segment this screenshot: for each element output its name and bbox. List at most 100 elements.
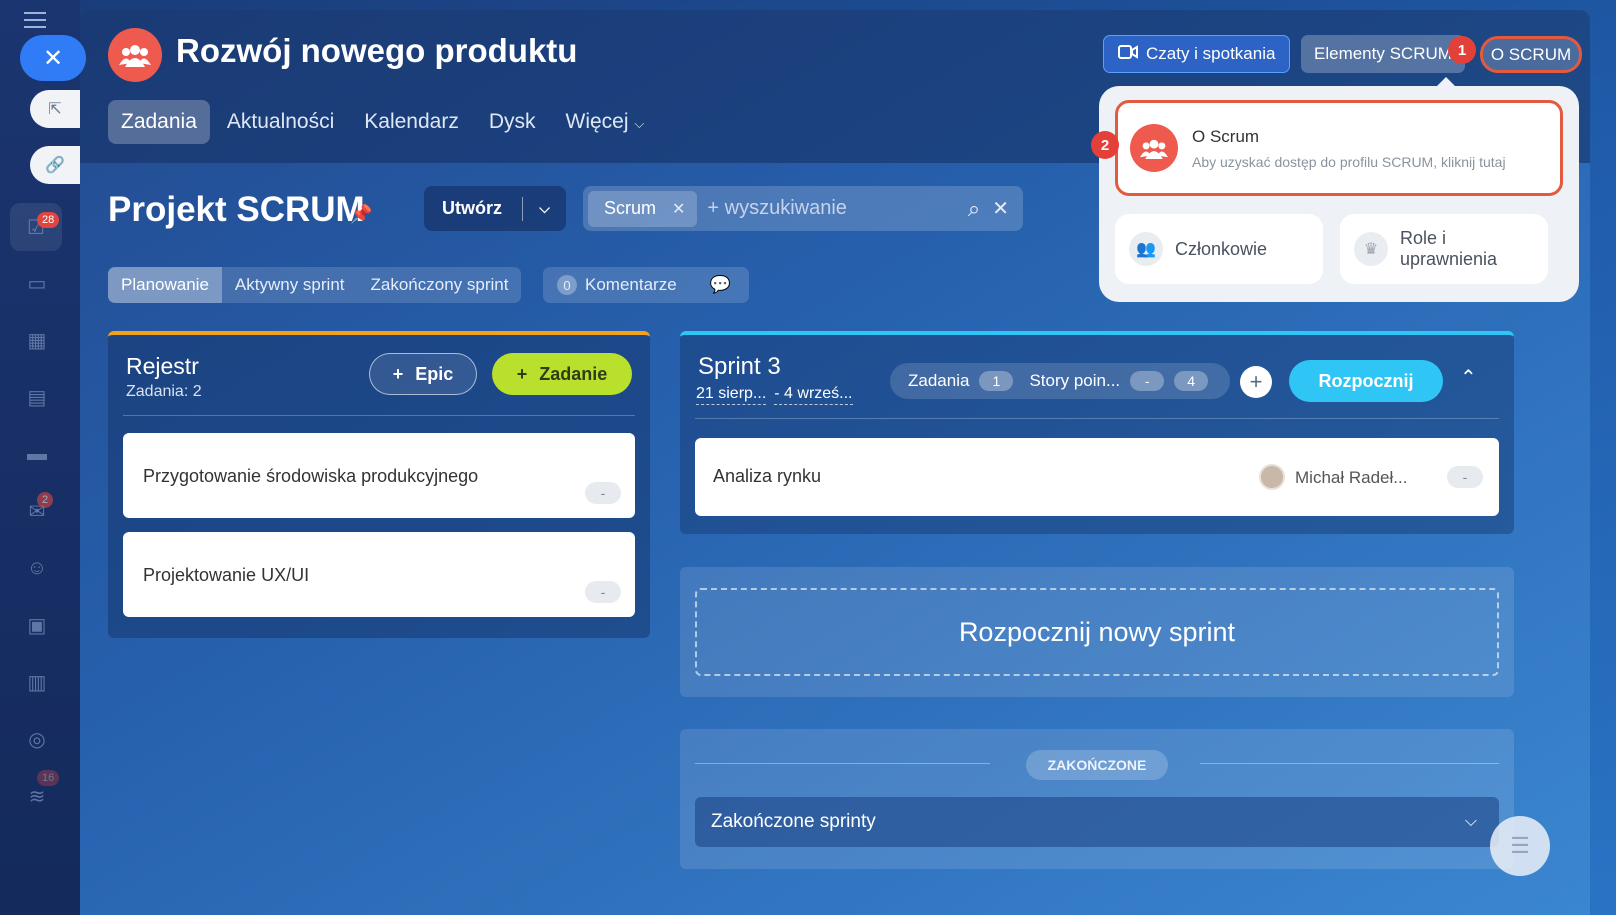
crown-icon: ♛ bbox=[1354, 232, 1388, 266]
comments-icon: 💬 bbox=[709, 275, 731, 294]
contacts-icon[interactable]: ☺ bbox=[22, 553, 52, 583]
pin-icon[interactable]: 📌 bbox=[350, 204, 372, 225]
start-new-sprint-button[interactable]: Rozpocznij nowy sprint bbox=[695, 588, 1499, 676]
backlog-divider bbox=[123, 415, 635, 416]
add-task-button[interactable]: + Zadanie bbox=[492, 353, 632, 395]
filter-chip: Scrum ✕ bbox=[588, 190, 698, 227]
remove-filter-icon[interactable]: ✕ bbox=[672, 199, 685, 219]
group-avatar-icon bbox=[108, 28, 162, 82]
comments-count: 0 bbox=[557, 275, 577, 295]
calendar-icon[interactable]: ▦ bbox=[22, 325, 52, 355]
section-divider bbox=[1200, 763, 1499, 764]
finished-sprints-toggle[interactable]: Zakończone sprinty ⌵ bbox=[695, 797, 1499, 847]
group-avatar-icon bbox=[1130, 124, 1178, 172]
backlog-task-card[interactable]: Przygotowanie środowiska produkcyjnego - bbox=[123, 433, 635, 518]
chevron-up-icon[interactable]: ⌃ bbox=[1460, 365, 1477, 390]
list-menu-icon[interactable]: ☰ bbox=[1490, 816, 1550, 876]
scrum-view-tabs: Planowanie Aktywny sprint Zakończony spr… bbox=[108, 267, 522, 303]
sprint-start-date[interactable]: 21 sierp... bbox=[696, 385, 767, 405]
app-rail: ☑ 28 ▭ ▦ ▤ ▬ ✉ 2 ☺ ▣ ▥ ◎ ≋ 16 bbox=[0, 0, 80, 915]
sprint-column: Sprint 3 21 sierp... - 4 wrześ... Zadani… bbox=[680, 331, 1514, 534]
sprint-end-date[interactable]: - 4 wrześ... bbox=[774, 385, 853, 405]
tab-tasks[interactable]: Zadania bbox=[108, 100, 210, 144]
tab-active-sprint[interactable]: Aktywny sprint bbox=[222, 267, 358, 303]
chats-meetings-button[interactable]: Czaty i spotkania bbox=[1103, 35, 1291, 73]
roles-label: Role i uprawnienia bbox=[1400, 228, 1497, 270]
document-icon[interactable]: ▤ bbox=[22, 382, 52, 412]
about-scrum-text: O Scrum Aby uzyskać dostęp do profilu SC… bbox=[1192, 127, 1506, 170]
tab-more[interactable]: Więcej ⌵ bbox=[553, 100, 658, 144]
filter-chip-label: Scrum bbox=[604, 198, 657, 218]
tab-more-label: Więcej bbox=[565, 110, 629, 133]
tab-finished-sprint[interactable]: Zakończony sprint bbox=[358, 267, 522, 303]
about-scrum-subtitle: Aby uzyskać dostęp do profilu SCRUM, kli… bbox=[1192, 153, 1506, 170]
sprint-tasks-label: Zadania bbox=[908, 371, 970, 390]
add-epic-button[interactable]: + Epic bbox=[369, 353, 477, 395]
finished-sprints-label: Zakończone sprinty bbox=[711, 811, 876, 832]
open-in-new-window-icon[interactable]: ⇱ bbox=[30, 90, 80, 128]
about-scrum-button[interactable]: O SCRUM bbox=[1480, 36, 1582, 73]
sites-icon[interactable]: ▣ bbox=[22, 610, 52, 640]
backlog-task-card[interactable]: Projektowanie UX/UI - bbox=[123, 532, 635, 617]
menu-icon[interactable] bbox=[24, 12, 46, 28]
clear-search-icon[interactable]: ✕ bbox=[992, 196, 1009, 221]
search-placeholder[interactable]: + wyszukiwanie bbox=[707, 197, 967, 220]
sprint-task-card[interactable]: Analiza rynku Michał Radeł... - bbox=[695, 438, 1499, 516]
about-scrum-profile-item[interactable]: O Scrum Aby uzyskać dostęp do profilu SC… bbox=[1115, 100, 1563, 196]
plus-icon: + bbox=[516, 363, 528, 384]
story-points-pill[interactable]: - bbox=[1447, 466, 1483, 488]
step-marker-2: 2 bbox=[1091, 131, 1119, 159]
search-icon[interactable]: ⌕ bbox=[968, 196, 980, 222]
backlog-title: Rejestr bbox=[126, 353, 199, 379]
avatar[interactable] bbox=[1259, 464, 1285, 490]
members-item[interactable]: 👥 Członkowie bbox=[1115, 214, 1323, 284]
backlog-count: Zadania: 2 bbox=[126, 383, 202, 400]
tasks-badge: 28 bbox=[37, 212, 60, 228]
task-title: Projektowanie UX/UI bbox=[143, 565, 310, 585]
backlog-column: Rejestr Zadania: 2 + Epic + Zadanie Przy… bbox=[108, 331, 650, 638]
new-sprint-area: Rozpocznij nowy sprint bbox=[680, 567, 1514, 697]
members-icon: 👥 bbox=[1129, 232, 1163, 266]
task-title: Analiza rynku bbox=[713, 466, 822, 486]
search-input[interactable]: Scrum ✕ + wyszukiwanie ⌕ ✕ bbox=[583, 186, 1023, 231]
roles-permissions-item[interactable]: ♛ Role i uprawnienia bbox=[1340, 214, 1548, 284]
create-label: Utwórz bbox=[442, 198, 502, 218]
step-marker-1: 1 bbox=[1448, 36, 1476, 64]
plus-icon: + bbox=[392, 363, 404, 384]
chevron-down-icon[interactable]: ⌵ bbox=[523, 200, 566, 217]
scrum-elements-button[interactable]: Elementy SCRUM bbox=[1301, 35, 1465, 73]
tab-news[interactable]: Aktualności bbox=[214, 100, 347, 144]
target-icon[interactable]: ◎ bbox=[22, 724, 52, 754]
sprint-stats: Zadania 1 Story poin... - 4 bbox=[890, 363, 1230, 399]
story-points-label: Story poin... bbox=[1029, 371, 1121, 390]
story-points-pill[interactable]: - bbox=[585, 581, 621, 603]
sprint-title[interactable]: Sprint 3 bbox=[698, 353, 781, 381]
add-epic-label: Epic bbox=[415, 363, 454, 384]
roles-label-line1: Role i bbox=[1400, 228, 1447, 248]
chevron-down-icon: ⌵ bbox=[1464, 813, 1477, 830]
chat-icon[interactable]: ▭ bbox=[22, 268, 52, 298]
add-sprint-task-button[interactable]: + bbox=[1240, 366, 1272, 398]
chevron-down-icon: ⌵ bbox=[634, 116, 645, 131]
comments-button[interactable]: 0 Komentarze 💬 bbox=[543, 267, 749, 303]
tab-planning[interactable]: Planowanie bbox=[108, 267, 222, 303]
create-button[interactable]: Utwórz ⌵ bbox=[424, 186, 566, 231]
crm-icon[interactable]: ▥ bbox=[22, 667, 52, 697]
tab-calendar[interactable]: Kalendarz bbox=[351, 100, 472, 144]
tab-drive[interactable]: Dysk bbox=[476, 100, 549, 144]
start-sprint-button[interactable]: Rozpocznij bbox=[1289, 360, 1443, 402]
about-scrum-title: O Scrum bbox=[1192, 126, 1260, 146]
section-divider bbox=[695, 763, 990, 764]
copy-link-icon[interactable]: 🔗 bbox=[30, 146, 80, 184]
assignee-name[interactable]: Michał Radeł... bbox=[1295, 468, 1407, 488]
finished-sprints-section: ZAKOŃCZONE Zakończone sprinty ⌵ bbox=[680, 729, 1514, 869]
story-points-done: - bbox=[1130, 371, 1165, 391]
drive-icon[interactable]: ▬ bbox=[22, 439, 52, 469]
members-label: Członkowie bbox=[1175, 238, 1268, 259]
story-points-pill[interactable]: - bbox=[585, 482, 621, 504]
chats-meetings-label: Czaty i spotkania bbox=[1146, 44, 1276, 63]
sprint-tasks-count: 1 bbox=[979, 371, 1014, 391]
roles-label-line2: uprawnienia bbox=[1400, 249, 1498, 269]
close-slider-button[interactable]: ✕ bbox=[20, 35, 86, 81]
page-title: Rozwój nowego produktu bbox=[176, 32, 578, 69]
